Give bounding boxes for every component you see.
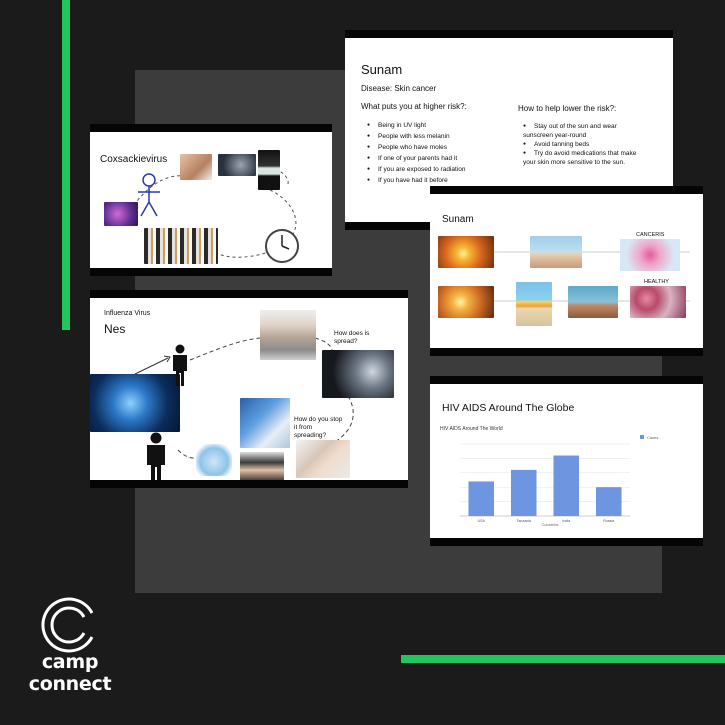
slide-influenza[interactable]: Influenza Virus Nes How does is spread? … (90, 290, 408, 488)
list-item: If you have had it before (367, 175, 465, 186)
tick-label: Tanzania (517, 519, 531, 523)
covering-cough-image (240, 452, 284, 480)
slide-hiv-aids[interactable]: HIV AIDS Around The Globe HIV AIDS Aroun… (430, 376, 703, 546)
virus-image (104, 202, 138, 226)
stick-figure-icon (138, 173, 160, 217)
slide-sun-exposure[interactable]: Sunam CANCERIS HEALTHY (430, 186, 703, 356)
legend-label: Cases (647, 435, 658, 440)
beach-umbrella-image (516, 282, 552, 326)
connector-lines (494, 251, 690, 302)
slide-coxsackievirus[interactable]: Coxsackievirus (90, 124, 332, 276)
legend-swatch (640, 435, 644, 439)
list-item: People who have moles (367, 142, 465, 153)
logo-text-connect: connect (28, 673, 112, 695)
spread-question: How does is spread? (334, 330, 370, 345)
influenza-virus-image (90, 374, 180, 432)
tick-label: India (562, 519, 570, 523)
camp-connect-logo: camp connect (22, 595, 118, 705)
bar-usa (468, 481, 494, 516)
list-item: If one of your parents had it (367, 153, 465, 164)
logo-text-camp: camp (41, 651, 99, 673)
sunset-image-2 (438, 286, 494, 318)
accent-stripe-horizontal (401, 655, 725, 663)
hiv-bar-chart: HIV AIDS Around The World USA Tanzania Ind… (440, 426, 658, 527)
healthy-cells-image (630, 286, 686, 318)
bar-russia (596, 487, 622, 516)
list-item: People with less melanin (367, 131, 465, 142)
sunbather-image (530, 236, 582, 268)
x-axis-label: Countries (541, 522, 558, 527)
risk-heading: What puts you at higher risk?: (361, 102, 467, 111)
thermometer-image (258, 150, 280, 190)
slide-title: Sunam (361, 62, 403, 77)
cancer-cells-image (620, 239, 680, 271)
list-item: Stay out of the sun and wear sunscreen y… (523, 122, 647, 140)
tanning-image (568, 286, 618, 318)
clock-icon (265, 229, 299, 263)
hand-washing-image (296, 440, 350, 478)
person-icon (173, 344, 187, 386)
chart-title: HIV AIDS Around The World (440, 426, 503, 432)
logo-mark-icon (41, 597, 94, 653)
spray-image (218, 154, 256, 176)
crowd-image (144, 228, 218, 264)
face-mask-image (196, 444, 232, 476)
cancer-label: CANCERIS (636, 232, 665, 238)
risk-list: Being in UV light People with less melan… (367, 120, 465, 186)
help-heading: How to help lower the risk?: (518, 104, 617, 113)
list-item: Try do avoid medications that make your … (523, 149, 647, 167)
disease-label: Disease: Skin cancer (361, 84, 437, 93)
list-item: If you are exposed to radiation (367, 164, 465, 175)
accent-stripe-vertical (62, 0, 70, 330)
coughing-person-image (260, 310, 316, 360)
vaccine-image (240, 398, 290, 448)
sneeze-image (322, 350, 394, 398)
healthy-label: HEALTHY (644, 279, 669, 285)
tick-label: USA (478, 519, 486, 523)
hands-image (180, 154, 212, 180)
list-item: Avoid tanning beds (523, 140, 647, 149)
bar-tanzania (511, 469, 537, 516)
prevention-question: How do you stop it from spreading? (294, 416, 343, 439)
sunset-image (438, 236, 494, 268)
list-item: Being in UV light (367, 120, 465, 131)
bar-india (553, 455, 579, 516)
help-list: Stay out of the sun and wear sunscreen y… (523, 122, 647, 167)
person-icon (147, 432, 165, 480)
tick-label: Russia (603, 519, 614, 523)
